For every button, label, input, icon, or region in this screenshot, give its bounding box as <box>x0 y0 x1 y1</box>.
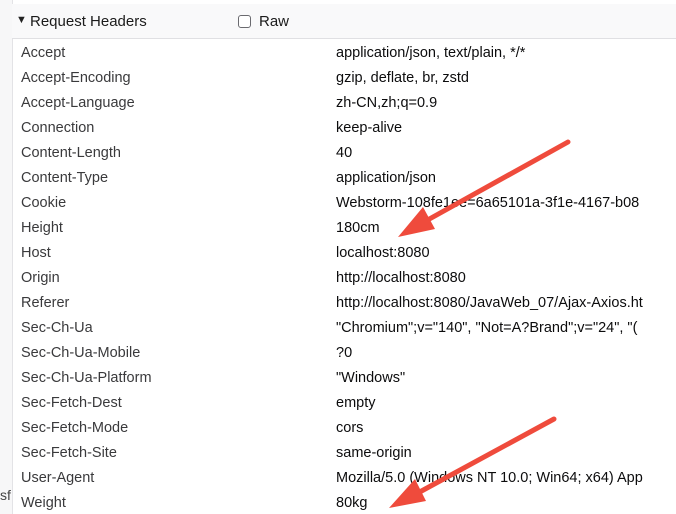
header-row[interactable]: Accept-Language zh-CN,zh;q=0.9 <box>12 92 676 117</box>
header-row[interactable]: Sec-Fetch-Site same-origin <box>12 442 676 467</box>
header-value[interactable]: 40 <box>336 145 352 161</box>
request-headers-toggle[interactable]: ▼ Request Headers <box>16 4 147 38</box>
header-name: Sec-Ch-Ua-Platform <box>21 370 152 386</box>
header-name: Referer <box>21 295 70 311</box>
header-value[interactable]: cors <box>336 420 363 436</box>
header-row[interactable]: Weight 80kg <box>12 492 676 514</box>
request-headers-section-header: ▼ Request Headers Raw <box>12 4 676 39</box>
header-name: Sec-Fetch-Dest <box>21 395 122 411</box>
header-name: Weight <box>21 495 66 511</box>
header-row[interactable]: Referer http://localhost:8080/JavaWeb_07/… <box>12 292 676 317</box>
header-row[interactable]: User-Agent Mozilla/5.0 (Windows NT 10.0; … <box>12 467 676 492</box>
header-value[interactable]: same-origin <box>336 445 412 461</box>
raw-label: Raw <box>259 12 290 30</box>
header-value[interactable]: application/json, text/plain, */* <box>336 45 525 61</box>
header-name: Sec-Fetch-Mode <box>21 420 129 436</box>
header-name: Accept-Language <box>21 95 135 111</box>
header-value[interactable]: ?0 <box>336 345 352 361</box>
header-value[interactable]: gzip, deflate, br, zstd <box>336 70 469 86</box>
header-name: Accept <box>21 45 66 61</box>
header-row[interactable]: Accept application/json, text/plain, */* <box>12 42 676 67</box>
raw-toggle[interactable]: Raw <box>238 4 289 38</box>
header-name: Connection <box>21 120 95 136</box>
header-row[interactable]: Host localhost:8080 <box>12 242 676 267</box>
header-value[interactable]: localhost:8080 <box>336 245 430 261</box>
header-row[interactable]: Height 180cm <box>12 217 676 242</box>
headers-list: Accept application/json, text/plain, */* A… <box>12 42 676 514</box>
header-name: Host <box>21 245 51 261</box>
header-row[interactable]: Sec-Ch-Ua-Mobile ?0 <box>12 342 676 367</box>
header-value[interactable]: keep-alive <box>336 120 402 136</box>
header-value[interactable]: 80kg <box>336 495 367 511</box>
header-row[interactable]: Sec-Ch-Ua "Chromium";v="140", "Not=A?Bran… <box>12 317 676 342</box>
header-name: Sec-Ch-Ua <box>21 320 93 336</box>
header-row[interactable]: Cookie Webstorm-108fe1ee=6a65101a-3f1e-41… <box>12 192 676 217</box>
header-value[interactable]: Webstorm-108fe1ee=6a65101a-3f1e-4167-b08 <box>336 195 639 211</box>
header-name: Origin <box>21 270 60 286</box>
header-value[interactable]: application/json <box>336 170 436 186</box>
header-name: Content-Type <box>21 170 109 186</box>
expanded-triangle-icon: ▼ <box>16 14 27 26</box>
header-value[interactable]: 180cm <box>336 220 380 236</box>
header-value[interactable]: Mozilla/5.0 (Windows NT 10.0; Win64; x64… <box>336 470 643 486</box>
header-value[interactable]: zh-CN,zh;q=0.9 <box>336 95 437 111</box>
header-row[interactable]: Sec-Ch-Ua-Platform "Windows" <box>12 367 676 392</box>
header-value[interactable]: "Windows" <box>336 370 405 386</box>
header-row[interactable]: Accept-Encoding gzip, deflate, br, zstd <box>12 67 676 92</box>
header-row[interactable]: Sec-Fetch-Mode cors <box>12 417 676 442</box>
header-value[interactable]: http://localhost:8080/JavaWeb_07/Ajax-Ax… <box>336 295 643 311</box>
header-row[interactable]: Content-Length 40 <box>12 142 676 167</box>
header-row[interactable]: Origin http://localhost:8080 <box>12 267 676 292</box>
header-value[interactable]: empty <box>336 395 376 411</box>
raw-checkbox[interactable] <box>238 14 251 28</box>
header-value[interactable]: http://localhost:8080 <box>336 270 466 286</box>
header-name: Accept-Encoding <box>21 70 131 86</box>
network-request-headers-panel: sf ▼ Request Headers Raw Accept applicati… <box>0 0 676 514</box>
header-value[interactable]: "Chromium";v="140", "Not=A?Brand";v="24"… <box>336 320 637 336</box>
header-name: Content-Length <box>21 145 121 161</box>
header-row[interactable]: Content-Type application/json <box>12 167 676 192</box>
header-name: Cookie <box>21 195 67 211</box>
left-panel-text-fragment: sf <box>0 487 11 503</box>
header-row[interactable]: Connection keep-alive <box>12 117 676 142</box>
header-name: User-Agent <box>21 470 95 486</box>
header-name: Height <box>21 220 63 236</box>
section-title: Request Headers <box>30 12 147 30</box>
header-name: Sec-Ch-Ua-Mobile <box>21 345 141 361</box>
header-row[interactable]: Sec-Fetch-Dest empty <box>12 392 676 417</box>
header-name: Sec-Fetch-Site <box>21 445 117 461</box>
